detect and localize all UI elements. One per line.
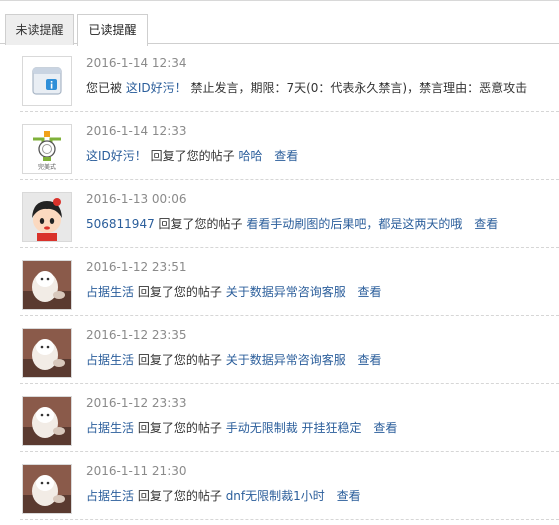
notification-user-link[interactable]: 占据生活: [86, 489, 134, 503]
view-link[interactable]: 查看: [358, 285, 382, 299]
divider: [20, 519, 559, 520]
system-notice-icon[interactable]: [22, 56, 72, 106]
cat-photo-avatar[interactable]: [22, 464, 72, 514]
notification-message: 占据生活 回复了您的帖子 关于数据异常咨询客服 查看: [86, 283, 382, 300]
tab-read[interactable]: 已读提醒: [77, 14, 148, 46]
notification-time: 2016-1-14 12:33: [86, 124, 187, 138]
notification-message: 506811947 回复了您的帖子 看看手动刷图的后果吧，都是这两天的哦 查看: [86, 215, 498, 232]
avatar-caption: 完美式: [38, 163, 56, 171]
notification-user-link[interactable]: 这ID好污！: [126, 81, 187, 95]
notification-text: 回复了您的帖子: [137, 285, 222, 299]
notification-message: 占据生活 回复了您的帖子 dnf无限制裁1小时 查看: [86, 487, 361, 504]
notification-message: 您已被 这ID好污！ 禁止发言，期限：7天(0：代表永久禁言)，禁言理由：恶意攻…: [86, 79, 527, 96]
notification-item: 2016-1-12 23:33 占据生活 回复了您的帖子 手动无限制裁 开挂狂稳…: [0, 384, 559, 452]
trophy-badge-icon[interactable]: 完美式: [22, 124, 72, 174]
notification-text: 回复了您的帖子: [158, 217, 243, 231]
notification-time: 2016-1-12 23:35: [86, 328, 187, 342]
view-link[interactable]: 查看: [337, 489, 361, 503]
view-link[interactable]: 查看: [474, 217, 498, 231]
notification-text: 回复了您的帖子: [137, 421, 222, 435]
notification-message: 这ID好污！ 回复了您的帖子 哈哈 查看: [86, 147, 298, 164]
cat-photo-avatar[interactable]: [22, 260, 72, 310]
notification-text: 回复了您的帖子: [137, 353, 222, 367]
notification-user-link[interactable]: 这ID好污！: [86, 149, 147, 163]
notification-item: 2016-1-13 00:06 506811947 回复了您的帖子 看看手动刷图…: [0, 180, 559, 248]
notification-post-link[interactable]: 哈哈: [238, 149, 262, 163]
notification-item: 2016-1-12 23:51 占据生活 回复了您的帖子 关于数据异常咨询客服 …: [0, 248, 559, 316]
notification-item: 2016-1-12 23:35 占据生活 回复了您的帖子 关于数据异常咨询客服 …: [0, 316, 559, 384]
notification-post-link[interactable]: 关于数据异常咨询客服: [226, 353, 346, 367]
notification-post-link[interactable]: 关于数据异常咨询客服: [226, 285, 346, 299]
notification-user-link[interactable]: 占据生活: [86, 285, 134, 299]
notification-text: 禁止发言，期限：7天(0：代表永久禁言)，禁言理由：恶意攻击: [190, 81, 528, 95]
notification-user-link[interactable]: 506811947: [86, 217, 155, 231]
cat-photo-avatar[interactable]: [22, 328, 72, 378]
notification-user-link[interactable]: 占据生活: [86, 421, 134, 435]
notification-time: 2016-1-12 23:51: [86, 260, 187, 274]
notification-message: 占据生活 回复了您的帖子 手动无限制裁 开挂狂稳定 查看: [86, 419, 397, 436]
notification-message: 占据生活 回复了您的帖子 关于数据异常咨询客服 查看: [86, 351, 382, 368]
notification-user-link[interactable]: 占据生活: [86, 353, 134, 367]
notification-pretext: 您已被: [86, 81, 123, 95]
notification-text: 回复了您的帖子: [137, 489, 222, 503]
view-link[interactable]: 查看: [274, 149, 298, 163]
notification-post-link[interactable]: 看看手动刷图的后果吧，都是这两天的哦: [246, 217, 462, 231]
notification-text: 回复了您的帖子: [150, 149, 235, 163]
notification-time: 2016-1-14 12:34: [86, 56, 187, 70]
notification-time: 2016-1-11 21:30: [86, 464, 187, 478]
notification-item: 完美式 2016-1-14 12:33 这ID好污！ 回复了您的帖子 哈哈 查看: [0, 112, 559, 180]
notification-time: 2016-1-12 23:33: [86, 396, 187, 410]
tab-unread[interactable]: 未读提醒: [5, 14, 74, 45]
cat-photo-avatar[interactable]: [22, 396, 72, 446]
view-link[interactable]: 查看: [358, 353, 382, 367]
notification-post-link[interactable]: 手动无限制裁 开挂狂稳定: [226, 421, 362, 435]
notification-item: 2016-1-14 12:34 您已被 这ID好污！ 禁止发言，期限：7天(0：…: [0, 44, 559, 112]
notification-time: 2016-1-13 00:06: [86, 192, 187, 206]
tab-bar: 未读提醒 已读提醒: [0, 0, 559, 46]
view-link[interactable]: 查看: [373, 421, 397, 435]
notification-post-link[interactable]: dnf无限制裁1小时: [226, 489, 325, 503]
notification-item: 2016-1-11 21:30 占据生活 回复了您的帖子 dnf无限制裁1小时 …: [0, 452, 559, 520]
cartoon-girl-avatar[interactable]: [22, 192, 72, 242]
